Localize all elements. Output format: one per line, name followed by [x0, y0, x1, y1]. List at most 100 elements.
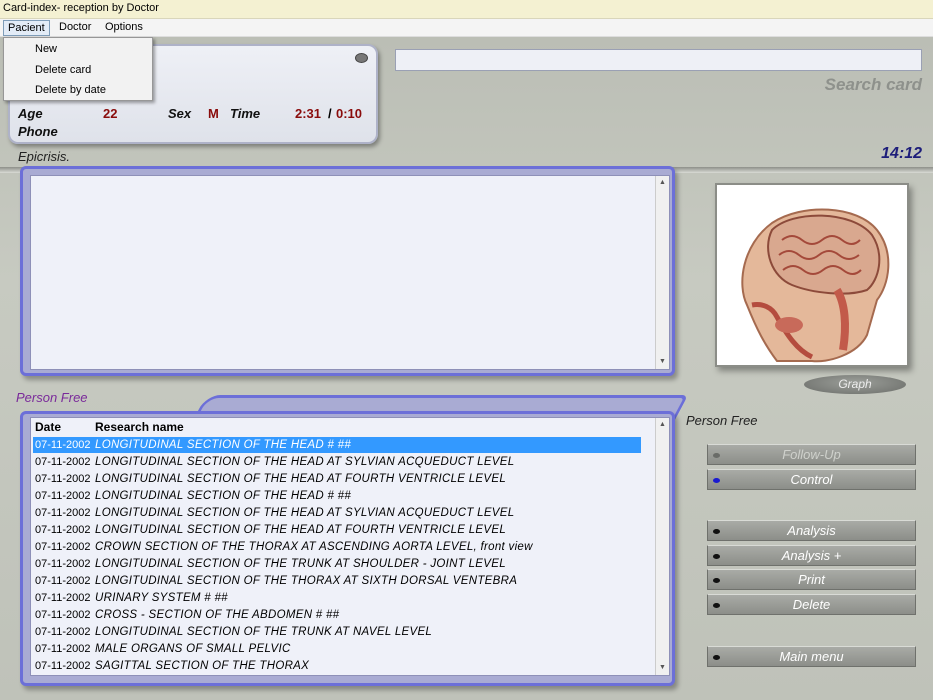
control-label: Control: [790, 472, 833, 487]
row-research-name: LONGITUDINAL SECTION OF THE HEAD AT SYLV…: [95, 507, 515, 519]
column-header-research-name[interactable]: Research name: [95, 420, 184, 434]
table-row[interactable]: 07-11-2002 LONGITUDINAL SECTION OF THE HE…: [33, 522, 641, 538]
person-status-right: Person Free: [686, 413, 758, 428]
row-research-name: LONGITUDINAL SECTION OF THE HEAD # ##: [95, 490, 352, 502]
table-row[interactable]: 07-11-2002 LONGITUDINAL SECTION OF THE HE…: [33, 488, 641, 504]
indicator-dot-icon: [713, 478, 720, 483]
table-row[interactable]: 07-11-2002 LONGITUDINAL SECTION OF THE HE…: [33, 471, 641, 487]
epicrisis-panel: ▲ ▼: [20, 166, 675, 376]
scroll-up-icon[interactable]: ▲: [656, 177, 669, 189]
row-research-name: CROWN SECTION OF THE THORAX AT ASCENDING…: [95, 541, 533, 553]
time-value-2: 0:10: [336, 106, 363, 121]
row-date: 07-11-2002: [35, 490, 91, 502]
table-row[interactable]: 07-11-2002 URINARY SYSTEM # ##: [33, 590, 641, 606]
row-date: 07-11-2002: [35, 660, 91, 672]
indicator-dot-icon: [713, 529, 720, 534]
print-label: Print: [798, 572, 825, 587]
age-label: Age: [18, 106, 43, 121]
sex-label: Sex: [168, 106, 192, 121]
search-card-label: Search card: [824, 75, 922, 94]
table-row[interactable]: 07-11-2002 MALE ORGANS OF SMALL PELVIC: [33, 641, 641, 657]
menu-item-delete-by-date[interactable]: Delete by date: [35, 84, 106, 96]
row-date: 07-11-2002: [35, 524, 91, 536]
row-research-name: LONGITUDINAL SECTION OF THE TRUNK AT NAV…: [95, 626, 433, 638]
row-date: 07-11-2002: [35, 592, 91, 604]
table-row[interactable]: 07-11-2002 LONGITUDINAL SECTION OF THE TH…: [33, 573, 641, 589]
table-row[interactable]: 07-11-2002 SAGITTAL SECTION OF THE THORAX: [33, 658, 641, 674]
time-separator: /: [328, 106, 332, 121]
row-date: 07-11-2002: [35, 643, 91, 655]
indicator-dot-icon: [713, 603, 720, 608]
main-menu-button[interactable]: Main menu: [707, 646, 916, 667]
time-label: Time: [230, 106, 261, 121]
row-research-name: LONGITUDINAL SECTION OF THE HEAD AT FOUR…: [95, 524, 507, 536]
table-row[interactable]: 07-11-2002 LONGITUDINAL SECTION OF THE TR…: [33, 624, 641, 640]
research-table-panel: Date Research name 07-11-2002 LONGITUDINA…: [20, 411, 675, 686]
row-date: 07-11-2002: [35, 609, 91, 621]
scroll-down-icon[interactable]: ▼: [656, 356, 669, 368]
column-header-date[interactable]: Date: [35, 420, 61, 434]
row-research-name: LONGITUDINAL SECTION OF THE HEAD # ##: [95, 439, 352, 451]
pacient-dropdown-menu: New Delete card Delete by date: [3, 37, 153, 101]
table-row[interactable]: 07-11-2002 CROWN SECTION OF THE THORAX AT…: [33, 539, 641, 555]
table-scrollbar[interactable]: ▲ ▼: [655, 418, 669, 675]
follow-up-button[interactable]: Follow-Up: [707, 444, 916, 465]
row-research-name: LONGITUDINAL SECTION OF THE THORAX AT SI…: [95, 575, 518, 587]
delete-button[interactable]: Delete: [707, 594, 916, 615]
scroll-down-icon[interactable]: ▼: [656, 662, 669, 674]
analysis-plus-label: Analysis +: [781, 548, 842, 563]
menu-bar: Pacient Doctor Options: [0, 19, 933, 37]
row-date: 07-11-2002: [35, 626, 91, 638]
row-research-name: LONGITUDINAL SECTION OF THE HEAD AT FOUR…: [95, 473, 507, 485]
scroll-up-icon[interactable]: ▲: [656, 419, 669, 431]
time-value-1: 2:31: [295, 106, 322, 121]
menu-pacient[interactable]: Pacient: [3, 20, 50, 36]
age-value: 22: [103, 106, 118, 121]
row-research-name: MALE ORGANS OF SMALL PELVIC: [95, 643, 291, 655]
row-date: 07-11-2002: [35, 507, 91, 519]
print-button[interactable]: Print: [707, 569, 916, 590]
clock: 14:12: [881, 145, 922, 162]
row-date: 07-11-2002: [35, 456, 91, 468]
research-table: Date Research name 07-11-2002 LONGITUDINA…: [30, 417, 670, 676]
menu-doctor[interactable]: Doctor: [55, 20, 95, 36]
indicator-dot-icon: [713, 655, 720, 660]
main-menu-label: Main menu: [779, 649, 844, 664]
row-research-name: LONGITUDINAL SECTION OF THE TRUNK AT SHO…: [95, 558, 506, 570]
row-date: 07-11-2002: [35, 558, 91, 570]
table-row[interactable]: 07-11-2002 LONGITUDINAL SECTION OF THE TR…: [33, 556, 641, 572]
analysis-plus-button[interactable]: Analysis +: [707, 545, 916, 566]
menu-item-delete-card[interactable]: Delete card: [35, 64, 91, 76]
control-button[interactable]: Control: [707, 469, 916, 490]
row-date: 07-11-2002: [35, 541, 91, 553]
row-research-name: URINARY SYSTEM # ##: [95, 592, 228, 604]
menu-item-new[interactable]: New: [35, 43, 57, 55]
indicator-dot-icon: [713, 578, 720, 583]
epicrisis-scrollbar[interactable]: ▲ ▼: [655, 176, 669, 369]
table-row[interactable]: 07-11-2002 LONGITUDINAL SECTION OF THE HE…: [33, 437, 641, 453]
status-dot-icon[interactable]: [355, 53, 368, 63]
delete-label: Delete: [792, 597, 831, 612]
indicator-dot-icon: [713, 453, 720, 458]
table-row[interactable]: 07-11-2002 CROSS - SECTION OF THE ABDOMEN…: [33, 607, 641, 623]
row-research-name: SAGITTAL SECTION OF THE THORAX: [95, 660, 310, 672]
head-section-illustration: [717, 185, 907, 365]
analysis-button[interactable]: Analysis: [707, 520, 916, 541]
graph-button[interactable]: Graph: [804, 375, 906, 394]
table-row[interactable]: 07-11-2002 LONGITUDINAL SECTION OF THE HE…: [33, 505, 641, 521]
row-research-name: CROSS - SECTION OF THE ABDOMEN # ##: [95, 609, 340, 621]
epicrisis-textarea[interactable]: ▲ ▼: [30, 175, 670, 370]
analysis-label: Analysis: [787, 523, 836, 538]
row-research-name: LONGITUDINAL SECTION OF THE HEAD AT SYLV…: [95, 456, 515, 468]
person-status-left: Person Free: [16, 390, 88, 405]
menu-options[interactable]: Options: [101, 20, 147, 36]
search-input[interactable]: [395, 49, 922, 71]
anatomy-image: [715, 183, 909, 367]
sex-value: M: [208, 106, 219, 121]
window-title: Card-index- reception by Doctor: [0, 0, 933, 19]
indicator-dot-icon: [713, 554, 720, 559]
follow-up-label: Follow-Up: [782, 447, 841, 462]
table-row[interactable]: 07-11-2002 LONGITUDINAL SECTION OF THE HE…: [33, 454, 641, 470]
row-date: 07-11-2002: [35, 575, 91, 587]
phone-label: Phone: [18, 124, 58, 139]
